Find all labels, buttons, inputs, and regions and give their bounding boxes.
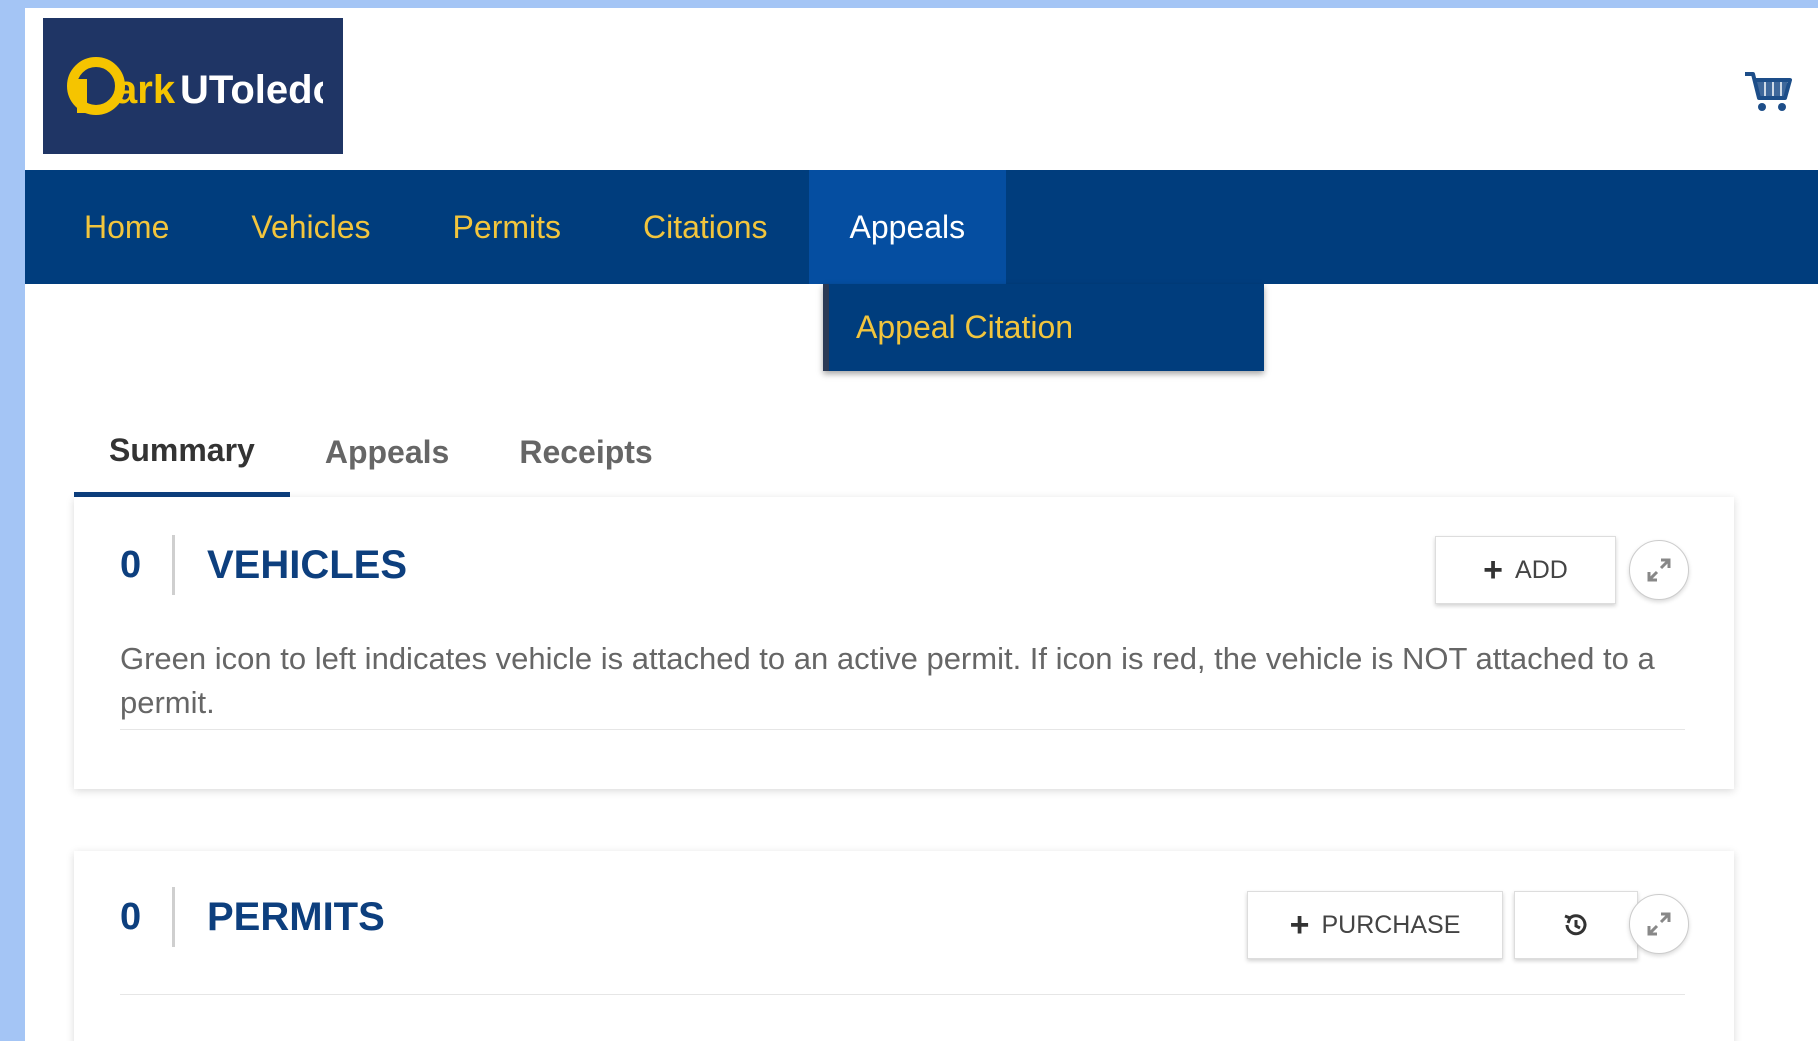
nav-item-citations[interactable]: Citations — [602, 170, 809, 284]
vehicles-description: Green icon to left indicates vehicle is … — [120, 637, 1685, 730]
nav-item-home[interactable]: Home — [25, 170, 210, 284]
permit-history-button[interactable] — [1514, 891, 1638, 959]
tab-summary[interactable]: Summary — [74, 408, 290, 497]
nav-item-appeals[interactable]: Appeals — [808, 170, 1007, 284]
account-tabs: Summary Appeals Receipts — [74, 408, 1734, 499]
main-nav: Home Vehicles Permits Citations Appeals — [25, 170, 1818, 284]
vehicles-count: 0 — [120, 535, 175, 595]
purchase-permit-label: PURCHASE — [1321, 910, 1461, 939]
site-header: ark UToledo — [25, 8, 1818, 170]
expand-icon — [1647, 558, 1671, 582]
dropdown-item-appeal-citation[interactable]: Appeal Citation — [829, 284, 1264, 371]
appeals-dropdown-menu: Appeal Citation — [823, 284, 1264, 371]
logo-mark: ark UToledo — [67, 57, 323, 115]
vehicles-card: 0 VEHICLES + ADD Green icon to left indi… — [74, 497, 1734, 789]
nav-item-vehicles[interactable]: Vehicles — [210, 170, 411, 284]
tab-appeals[interactable]: Appeals — [290, 408, 484, 497]
permits-count: 0 — [120, 887, 175, 947]
permits-title: PERMITS — [207, 894, 385, 939]
history-icon — [1564, 914, 1587, 936]
shopping-cart-icon[interactable] — [1743, 68, 1793, 114]
vehicles-title: VEHICLES — [207, 542, 408, 587]
purchase-permit-button[interactable]: + PURCHASE — [1247, 891, 1503, 959]
expand-vehicles-button[interactable] — [1629, 540, 1689, 600]
tab-receipts[interactable]: Receipts — [484, 408, 687, 497]
svg-text:UToledo: UToledo — [180, 68, 323, 112]
svg-text:ark: ark — [115, 68, 176, 112]
add-vehicle-button[interactable]: + ADD — [1435, 536, 1616, 604]
add-vehicle-label: ADD — [1515, 555, 1568, 584]
expand-icon — [1647, 912, 1671, 936]
expand-permits-button[interactable] — [1629, 894, 1689, 954]
permits-card: 0 PERMITS + PURCHASE — [74, 851, 1734, 1041]
plus-icon: + — [1289, 906, 1310, 944]
parkutoledo-logo[interactable]: ark UToledo — [43, 18, 343, 154]
permits-divider — [120, 994, 1685, 995]
plus-icon: + — [1483, 551, 1504, 589]
page: ark UToledo Home Vehicles Permits Citati… — [25, 8, 1818, 1041]
nav-item-permits[interactable]: Permits — [412, 170, 602, 284]
